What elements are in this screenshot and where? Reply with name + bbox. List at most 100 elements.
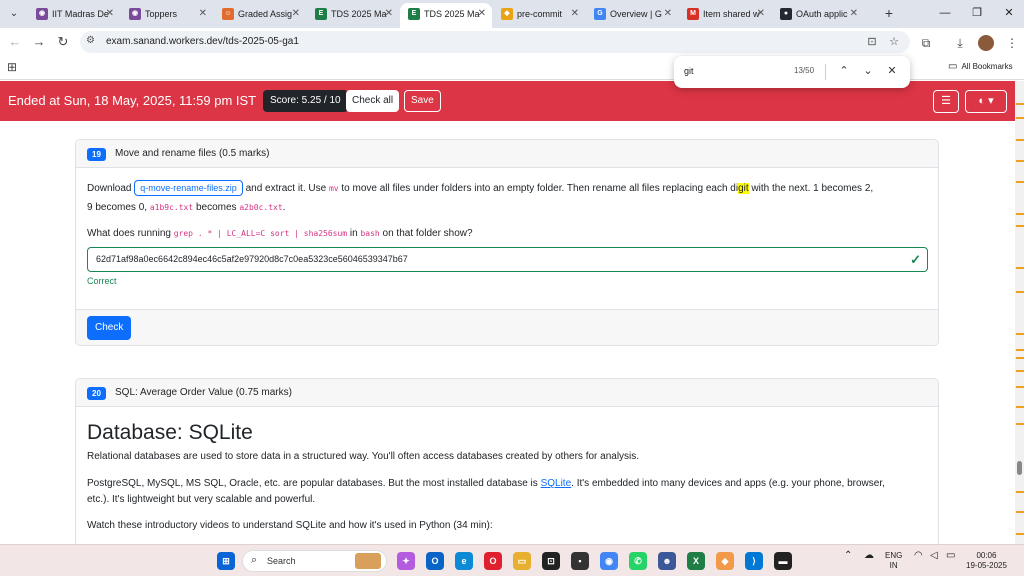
forward-icon[interactable]: →: [30, 33, 48, 51]
all-bookmarks-button[interactable]: ▭ All Bookmarks: [948, 56, 1013, 78]
site-info-icon[interactable]: ⚙: [86, 35, 95, 46]
save-button[interactable]: Save: [404, 90, 441, 112]
file-explorer-icon[interactable]: ▭: [513, 552, 531, 570]
browser-tab[interactable]: ◆ pre-commit ✕: [493, 3, 585, 25]
check-all-button[interactable]: Check all: [346, 90, 400, 112]
download-icon[interactable]: ⤓: [952, 35, 968, 51]
extensions-icon[interactable]: ⧉: [918, 35, 934, 51]
vscode-icon[interactable]: ⟩: [745, 552, 763, 570]
sticky-app-icon[interactable]: ▪: [571, 552, 589, 570]
paragraph-1: Relational databases are used to store d…: [87, 451, 640, 462]
find-bar: git 13/50 ⌃ ⌄ ✕: [674, 56, 910, 88]
tab-close-icon[interactable]: ✕: [757, 3, 765, 25]
tray-chevron-icon[interactable]: ⌃: [844, 551, 852, 561]
new-tab-button[interactable]: +: [880, 4, 898, 22]
scrollbar-thumb[interactable]: [1017, 461, 1022, 475]
all-bookmarks-label: All Bookmarks: [961, 62, 1013, 71]
toc-list-icon[interactable]: ☰: [933, 90, 959, 113]
find-page-icon[interactable]: ⊡: [864, 35, 880, 49]
terminal-app-icon[interactable]: ⊡: [542, 552, 560, 570]
example-filename-code: a1b9c.txt: [149, 203, 194, 212]
paragraph-2-line-2: etc.). It's lightweight but very scalabl…: [87, 494, 316, 505]
excel-icon[interactable]: X: [687, 552, 705, 570]
question-card-19: 19 Move and rename files (0.5 marks) Dow…: [75, 139, 939, 346]
tab-close-icon[interactable]: ✕: [571, 3, 579, 25]
find-next-icon[interactable]: ⌄: [860, 63, 876, 79]
find-close-icon[interactable]: ✕: [884, 63, 900, 79]
check-button[interactable]: Check: [87, 316, 132, 340]
answer-input[interactable]: 62d71af98a0ec6642c894ec46c5af2e97920d8c7…: [87, 247, 928, 272]
browser-tab[interactable]: G Overview | G ✕: [586, 3, 678, 25]
volume-icon[interactable]: ◁: [930, 551, 938, 561]
text-segment: and extract it. Use: [245, 183, 327, 194]
close-window-icon[interactable]: ✕: [994, 4, 1024, 22]
back-icon[interactable]: ←: [6, 33, 24, 51]
taskbar-search[interactable]: ⌕ Search: [242, 550, 387, 572]
copilot-icon[interactable]: ✦: [397, 552, 415, 570]
question-title: Move and rename files (0.5 marks): [115, 148, 270, 159]
reload-icon[interactable]: ↻: [54, 33, 72, 51]
address-bar[interactable]: ⚙ exam.sanand.workers.dev/tds-2025-05-ga…: [80, 31, 910, 53]
tab-search-chevron-icon[interactable]: ⌄: [4, 4, 24, 24]
theme-toggle-icon[interactable]: ◐ ▾: [965, 90, 1007, 113]
tab-favicon-icon: E: [408, 8, 420, 20]
tab-close-icon[interactable]: ✕: [199, 3, 207, 25]
language-indicator[interactable]: ENG IN: [885, 551, 902, 571]
clock[interactable]: 00:06 19-05-2025: [966, 551, 1007, 571]
tab-close-icon[interactable]: ✕: [292, 3, 300, 25]
browser-tab[interactable]: M Item shared w ✕: [679, 3, 771, 25]
paint-app-icon[interactable]: ◆: [716, 552, 734, 570]
tab-close-icon[interactable]: ✕: [478, 3, 486, 25]
chrome-icon[interactable]: ◉: [600, 552, 618, 570]
cmd-icon[interactable]: ▬: [774, 552, 792, 570]
tab-close-icon[interactable]: ✕: [850, 3, 858, 25]
text-segment: with the next. 1 becomes 2,: [751, 183, 874, 194]
tab-favicon-icon: G: [594, 8, 606, 20]
find-input[interactable]: git: [684, 56, 694, 86]
browser-tab[interactable]: ● OAuth applic ✕: [772, 3, 864, 25]
tab-label: TDS 2025 Ma: [331, 9, 387, 19]
tab-label: Item shared w: [703, 9, 760, 19]
restore-icon[interactable]: ❐: [962, 4, 992, 22]
tab-label: IIT Madras De: [52, 9, 109, 19]
browser-tab[interactable]: ◉ Toppers ✕: [121, 3, 213, 25]
windows-taskbar: ⊞ ⌕ Search ✦ O e O ▭ ⊡ ▪ ◉ ✆ ☻ X ◆ ⟩ ▬ ⌃…: [0, 544, 1024, 576]
correct-feedback: Correct: [87, 276, 117, 286]
apps-grid-icon[interactable]: ⊞: [7, 60, 17, 74]
minimize-icon[interactable]: —: [930, 4, 960, 22]
whatsapp-icon[interactable]: ✆: [629, 552, 647, 570]
browser-tab[interactable]: E TDS 2025 Ma ✕: [307, 3, 399, 25]
outlook-icon[interactable]: O: [426, 552, 444, 570]
find-previous-icon[interactable]: ⌃: [836, 63, 852, 79]
tab-close-icon[interactable]: ✕: [106, 3, 114, 25]
sqlite-link[interactable]: SQLite: [541, 478, 572, 489]
tab-favicon-icon: ●: [780, 8, 792, 20]
edge-icon[interactable]: e: [455, 552, 473, 570]
tab-close-icon[interactable]: ✕: [664, 3, 672, 25]
command-code: grep . * | LC_ALL=C sort | sha256sum: [173, 229, 348, 238]
ludo-app-icon[interactable]: ☻: [658, 552, 676, 570]
language-top: ENG: [885, 551, 903, 560]
question-prompt: What does running grep . * | LC_ALL=C so…: [87, 228, 473, 239]
text-segment: What does running: [87, 228, 171, 239]
profile-avatar[interactable]: [978, 35, 994, 51]
text-segment: .: [282, 202, 286, 213]
windows-start-icon[interactable]: ⊞: [217, 552, 235, 570]
tab-favicon-icon: M: [687, 8, 699, 20]
bookmark-star-icon[interactable]: ☆: [886, 35, 902, 49]
browser-tab[interactable]: ◉ IIT Madras De ✕: [28, 3, 120, 25]
download-zip-button[interactable]: q-move-rename-files.zip: [134, 180, 243, 196]
text-segment: in: [349, 228, 358, 239]
renamed-filename-code: a2b0c.txt: [239, 203, 283, 212]
score-badge: Score: 5.25 / 10: [263, 90, 348, 112]
menu-dots-icon[interactable]: ⋮: [1004, 35, 1020, 51]
tab-favicon-icon: ◉: [36, 8, 48, 20]
browser-tab[interactable]: ☺ Graded Assig ✕: [214, 3, 306, 25]
page-scrollbar[interactable]: [1015, 81, 1024, 544]
battery-icon[interactable]: ▭: [946, 551, 955, 561]
opera-icon[interactable]: O: [484, 552, 502, 570]
onedrive-icon[interactable]: ☁: [864, 551, 874, 561]
wifi-icon[interactable]: ◠: [914, 551, 923, 561]
tab-close-icon[interactable]: ✕: [385, 3, 393, 25]
browser-tab[interactable]: E TDS 2025 Ma ✕: [400, 3, 492, 28]
